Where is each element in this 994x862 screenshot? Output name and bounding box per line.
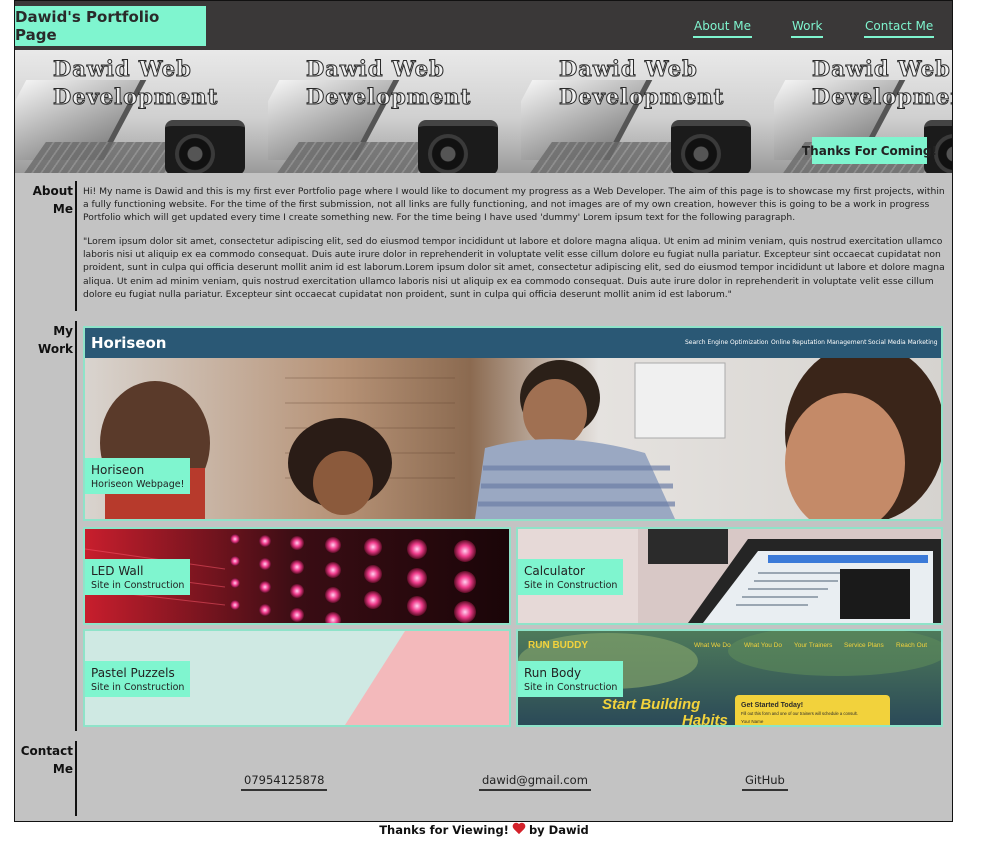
project-card-horiseon[interactable]: Horiseon Search Engine Optimization Onli… xyxy=(83,326,943,521)
heart-icon xyxy=(512,823,526,835)
banner-line-2: Development xyxy=(811,84,952,110)
horiseon-nav-item: Social Media Marketing xyxy=(868,339,938,346)
project-subtitle: Site in Construction xyxy=(524,682,618,693)
project-label: Horiseon Horiseon Webpage! xyxy=(85,458,191,494)
camera-image xyxy=(418,120,498,173)
project-subtitle: Horiseon Webpage! xyxy=(91,479,185,490)
run-buddy-brand: RUN BUDDY xyxy=(528,640,588,651)
team-photo xyxy=(85,358,941,519)
contact-heading: Contact Me xyxy=(21,742,73,778)
keyboard-image xyxy=(24,142,186,173)
run-buddy-nav-item: Service Plans xyxy=(844,642,884,649)
contact-email-link[interactable]: dawid@gmail.com xyxy=(479,773,591,791)
about-text: Hi! My name is Dawid and this is my firs… xyxy=(83,185,945,312)
footer: Thanks for Viewing! by Dawid xyxy=(0,823,968,837)
camera-image xyxy=(671,120,751,173)
project-card-run-body[interactable]: RUN BUDDY What We Do What You Do Your Tr… xyxy=(516,629,943,727)
run-buddy-nav-item: What You Do xyxy=(744,642,782,649)
project-label: LED Wall Site in Construction xyxy=(85,559,191,595)
header: Dawid's Portfolio Page About Me Work Con… xyxy=(15,1,952,50)
run-buddy-nav-item: Reach Out xyxy=(896,642,927,649)
contact-heading-line-1: Contact xyxy=(20,744,73,758)
horiseon-nav-item: Online Reputation Management xyxy=(771,339,867,346)
banner-line-2: Development xyxy=(558,84,725,110)
horiseon-logo: Horiseon xyxy=(91,334,167,352)
run-buddy-headline: Start Building xyxy=(602,696,700,713)
nav-about-me[interactable]: About Me xyxy=(693,19,753,38)
project-subtitle: Site in Construction xyxy=(91,682,185,693)
about-divider xyxy=(75,181,77,311)
about-intro-paragraph: Hi! My name is Dawid and this is my firs… xyxy=(83,186,945,224)
horiseon-header-bar: Horiseon Search Engine Optimization Onli… xyxy=(85,328,941,358)
project-label: Calculator Site in Construction xyxy=(518,559,624,595)
banner-line-1: Dawid Web xyxy=(306,56,445,82)
run-buddy-nav-item: What We Do xyxy=(694,642,731,649)
banner-line-2: Development xyxy=(305,84,472,110)
contact-phone-link[interactable]: 07954125878 xyxy=(241,773,328,791)
banner-line-1: Dawid Web xyxy=(812,56,951,82)
project-label: Pastel Puzzels Site in Construction xyxy=(85,661,191,697)
about-lorem-paragraph: "Lorem ipsum dolor sit amet, consectetur… xyxy=(83,236,945,300)
run-buddy-form-field: Your Name xyxy=(741,719,764,724)
run-buddy-form-text: Fill out this form and one of our traine… xyxy=(741,711,858,716)
horiseon-nav-item: Search Engine Optimization xyxy=(685,339,769,346)
project-card-pastel-puzzels[interactable]: Pastel Puzzels Site in Construction xyxy=(83,629,511,727)
contact-heading-line-2: Me xyxy=(52,762,73,776)
project-card-calculator[interactable]: Calculator Site in Construction xyxy=(516,527,943,625)
project-title: Horiseon xyxy=(91,463,145,477)
hero-tile: Dawid Web Development xyxy=(521,50,774,173)
run-buddy-form-title: Get Started Today! xyxy=(741,702,803,709)
project-title: LED Wall xyxy=(91,564,144,578)
banner-line-2: Development xyxy=(52,84,219,110)
keyboard-image xyxy=(277,142,439,173)
page-frame: Dawid's Portfolio Page About Me Work Con… xyxy=(14,0,953,822)
project-title: Calculator xyxy=(524,564,585,578)
contact-divider xyxy=(75,741,77,816)
run-buddy-headline: Habits xyxy=(682,712,728,725)
keyboard-image xyxy=(530,142,692,173)
project-label: Run Body Site in Construction xyxy=(518,661,624,697)
footer-author: by Dawid xyxy=(528,823,589,837)
hero-tile: Dawid Web Development xyxy=(15,50,268,173)
project-card-led-wall[interactable]: LED Wall Site in Construction xyxy=(83,527,511,625)
project-title: Pastel Puzzels xyxy=(91,666,175,680)
project-subtitle: Site in Construction xyxy=(91,580,185,591)
contact-github-link[interactable]: GitHub xyxy=(742,773,788,791)
work-divider xyxy=(75,321,77,731)
nav-work[interactable]: Work xyxy=(791,19,824,38)
site-title[interactable]: Dawid's Portfolio Page xyxy=(15,6,206,46)
about-heading: About Me xyxy=(32,184,73,216)
project-title: Run Body xyxy=(524,666,582,680)
thanks-badge: Thanks For Coming! xyxy=(802,137,937,164)
run-buddy-nav-item: Your Trainers xyxy=(794,642,833,649)
hero-banner: Dawid Web Development Dawid Web Developm… xyxy=(15,50,952,173)
project-subtitle: Site in Construction xyxy=(524,580,618,591)
banner-line-1: Dawid Web xyxy=(53,56,192,82)
banner-line-1: Dawid Web xyxy=(559,56,698,82)
camera-image xyxy=(165,120,245,173)
nav-contact-me[interactable]: Contact Me xyxy=(864,19,935,38)
footer-thanks: Thanks for Viewing! xyxy=(379,823,509,837)
hero-tile: Dawid Web Development xyxy=(268,50,521,173)
work-heading: My Work xyxy=(38,324,73,356)
